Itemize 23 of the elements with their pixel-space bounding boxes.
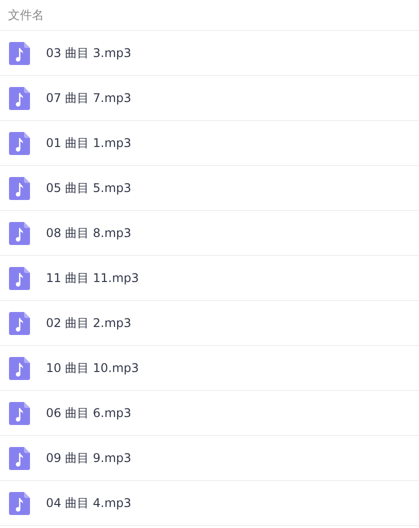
music-file-icon: [9, 222, 30, 244]
file-name[interactable]: 11 曲目 11.mp3: [46, 270, 139, 286]
music-file-icon: [9, 86, 30, 110]
file-name[interactable]: 05 曲目 5.mp3: [46, 180, 132, 196]
music-file-icon: [9, 402, 30, 424]
column-header: 文件名: [8, 6, 44, 24]
file-name[interactable]: 04 曲目 4.mp3: [46, 494, 132, 512]
file-name[interactable]: 06 曲目 6.mp3: [46, 404, 132, 422]
music-file-icon: [9, 492, 30, 514]
file-name[interactable]: 09 曲目 9.mp3: [46, 450, 132, 466]
music-file-icon: [9, 312, 30, 334]
file-name[interactable]: 01 曲目 1.mp3: [46, 134, 132, 152]
music-file-icon: [9, 132, 30, 154]
music-file-icon: [9, 356, 30, 380]
file-name[interactable]: 03 曲目 3.mp3: [46, 44, 132, 62]
music-file-icon: [9, 446, 30, 470]
music-file-icon: [9, 266, 30, 290]
file-name[interactable]: 08 曲目 8.mp3: [46, 224, 132, 242]
music-file-icon: [9, 176, 30, 200]
file-name[interactable]: 02 曲目 2.mp3: [46, 314, 132, 332]
file-name[interactable]: 07 曲目 7.mp3: [46, 90, 132, 106]
file-name[interactable]: 10 曲目 10.mp3: [46, 360, 139, 376]
music-file-icon: [9, 42, 30, 64]
